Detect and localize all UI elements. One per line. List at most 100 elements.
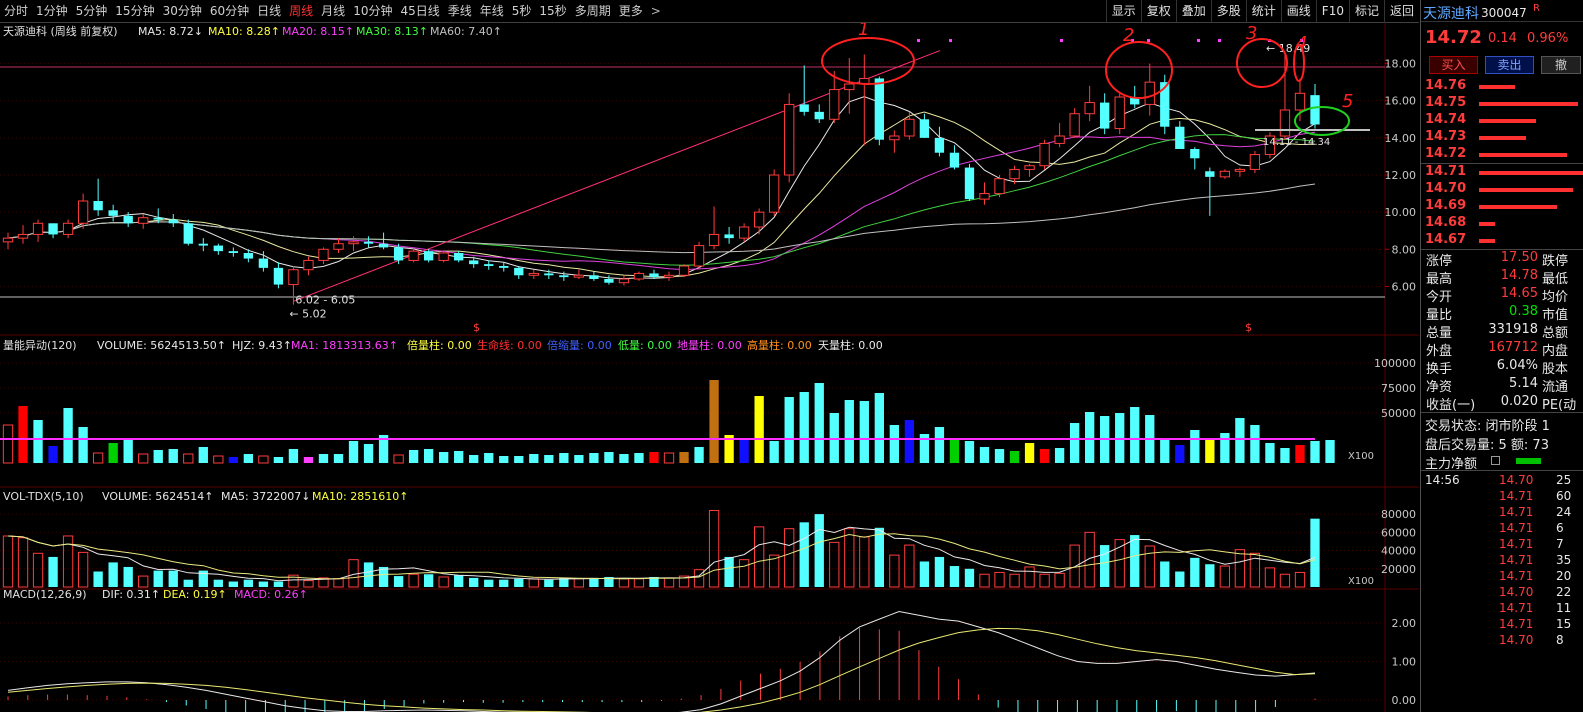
vol1-bar xyxy=(1250,425,1260,463)
period-tab[interactable]: 30分钟 xyxy=(159,0,206,23)
ma60-line xyxy=(7,183,1316,254)
candle-body xyxy=(153,217,163,220)
toolbar-button[interactable]: 复权 xyxy=(1140,0,1176,23)
period-tab[interactable]: 15分钟 xyxy=(111,0,158,23)
candle-body xyxy=(544,273,554,276)
tick-row: 14:56 14.70 25 xyxy=(1421,473,1583,489)
vol1-bar xyxy=(1280,448,1290,463)
stat-row: 今开 14.65 均价 xyxy=(1421,286,1583,305)
chart-area[interactable]: 天源迪科 (周线 前复权) MA5: 8.72↓ MA10: 8.28↑ MA2… xyxy=(0,23,1419,712)
sell-button[interactable]: 卖出 xyxy=(1485,56,1534,74)
stat-label-2: 总额 xyxy=(1542,326,1569,341)
price-change: 0.14 xyxy=(1488,31,1517,46)
toolbar-button[interactable]: 标记 xyxy=(1348,0,1384,23)
vol2-bar xyxy=(138,575,149,588)
period-tab[interactable]: 日线 xyxy=(253,0,285,23)
bid-row[interactable]: 14.71 xyxy=(1421,164,1583,181)
period-tab[interactable]: 5分钟 xyxy=(72,0,112,23)
period-tab[interactable]: 分时 xyxy=(0,0,32,23)
stat-label: 今开 xyxy=(1426,290,1453,305)
vol2-bar xyxy=(544,579,554,587)
vol2-bar xyxy=(243,579,254,587)
vol2-bar xyxy=(1294,571,1306,588)
period-tab[interactable]: 季线 xyxy=(444,0,476,23)
vol1-bar xyxy=(979,447,990,463)
netflow-menu-icon[interactable] xyxy=(1491,456,1500,465)
vol1-bar xyxy=(153,450,163,463)
candle-body xyxy=(213,245,223,252)
more-arrow-icon[interactable]: > xyxy=(647,4,665,18)
ask-row[interactable]: 14.76 xyxy=(1421,78,1583,95)
bid-row[interactable]: 14.68 xyxy=(1421,215,1583,232)
candle-body xyxy=(1084,102,1095,115)
trade-status: 交易状态: 闭市阶段 1 xyxy=(1421,413,1583,434)
ask-row[interactable]: 14.72 xyxy=(1421,146,1583,163)
vol1-bar xyxy=(619,454,629,463)
stat-label: 量比 xyxy=(1426,308,1453,323)
ask-row[interactable]: 14.75 xyxy=(1421,95,1583,112)
period-tab[interactable]: 周线 xyxy=(285,0,317,23)
period-tab[interactable]: 60分钟 xyxy=(206,0,253,23)
ask-row[interactable]: 14.74 xyxy=(1421,112,1583,129)
period-tab[interactable]: 1分钟 xyxy=(32,0,72,23)
candle-body xyxy=(559,275,569,278)
vol1-bar xyxy=(183,453,194,464)
tick-row: 14.71 6 xyxy=(1421,521,1583,537)
candle-body xyxy=(93,201,103,211)
tick-list: 14:56 14.70 25 14.71 60 14.71 24 14.71 6 14.71 7 14… xyxy=(1421,471,1583,649)
buy-button[interactable]: 买入 xyxy=(1429,56,1478,74)
vol2-bar xyxy=(994,571,1005,588)
candle-body xyxy=(423,251,434,261)
period-tab[interactable]: 10分钟 xyxy=(349,0,396,23)
toolbar-button[interactable]: F10 xyxy=(1315,0,1349,23)
bid-row[interactable]: 14.70 xyxy=(1421,181,1583,198)
toolbar-button[interactable]: 显示 xyxy=(1105,0,1141,23)
candle-body xyxy=(48,223,58,235)
macd-title: MACD(12,26,9) xyxy=(3,588,87,601)
toolbar-button[interactable]: 叠加 xyxy=(1175,0,1211,23)
period-tab[interactable]: 多周期 xyxy=(571,0,615,23)
period-tab[interactable]: 年线 xyxy=(476,0,508,23)
candle-body xyxy=(77,200,89,224)
period-tab[interactable]: 月线 xyxy=(317,0,349,23)
candle-body xyxy=(633,272,645,280)
cancel-button[interactable]: 撤 xyxy=(1541,56,1581,74)
vol2-bar xyxy=(889,554,900,588)
candle-body xyxy=(1114,96,1125,130)
vol1-bar xyxy=(663,452,675,464)
vol1-hjz: HJZ: 9.43↑ xyxy=(232,339,292,352)
vol1-bar xyxy=(1205,438,1215,463)
toolbar-button[interactable]: 画线 xyxy=(1280,0,1316,23)
period-tab[interactable]: 15秒 xyxy=(535,0,570,23)
candle-body xyxy=(318,248,329,261)
circle-mark xyxy=(821,37,915,85)
bid-row[interactable]: 14.67 xyxy=(1421,232,1583,249)
stat-row: 涨停 17.50 跌停 xyxy=(1421,250,1583,269)
candle-body xyxy=(589,275,599,279)
candle-body xyxy=(1279,109,1291,137)
vol1-bar xyxy=(2,424,14,464)
candle-body xyxy=(964,167,975,200)
ask-row[interactable]: 14.73 xyxy=(1421,129,1583,146)
toolbar-button[interactable]: 返回 xyxy=(1383,0,1419,23)
handwritten-number: 4 xyxy=(1296,33,1307,54)
tick-volume: 60 xyxy=(1556,489,1572,503)
vol1-bar xyxy=(439,452,449,463)
period-tab[interactable]: 5秒 xyxy=(508,0,536,23)
bid-row[interactable]: 14.69 xyxy=(1421,198,1583,215)
book-price: 14.71 xyxy=(1425,164,1467,179)
vol1-bar xyxy=(1190,430,1200,463)
vol1-unit-label: X100 xyxy=(1348,451,1374,462)
vol1-bar xyxy=(649,452,659,463)
period-tab[interactable]: 更多 xyxy=(615,0,647,23)
toolbar-button[interactable]: 统计 xyxy=(1245,0,1281,23)
book-depth-bar xyxy=(1479,205,1557,209)
tick-volume: 8 xyxy=(1556,633,1564,647)
candle-body xyxy=(1069,113,1080,137)
handwritten-number: 5 xyxy=(1342,91,1353,112)
circle-mark xyxy=(1105,41,1173,99)
period-tab[interactable]: 45日线 xyxy=(396,0,443,23)
after-hours: 盘后交易量: 5 额: 73 xyxy=(1421,433,1583,453)
toolbar-button[interactable]: 多股 xyxy=(1210,0,1246,23)
vol2-bar xyxy=(979,573,990,588)
